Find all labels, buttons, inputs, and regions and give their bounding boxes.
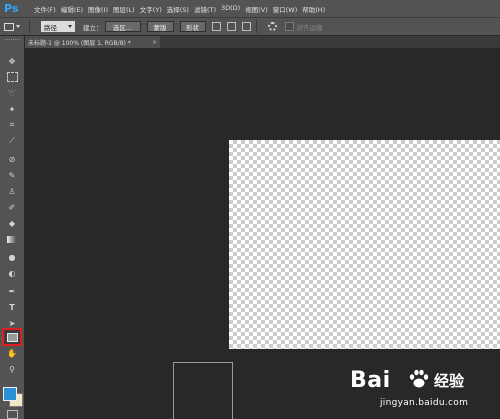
- document-tab[interactable]: 未标题-1 @ 100% (图层 1, RGB/8) * ×: [25, 36, 160, 48]
- menu-image[interactable]: 图像(I): [88, 4, 108, 14]
- zoom-tool-icon[interactable]: ⚲: [4, 362, 20, 376]
- divider: [255, 20, 257, 33]
- options-bar: 路径 建立： 选区... 蒙版 形状 对齐边缘: [0, 17, 500, 36]
- eyedropper-tool-icon[interactable]: ⟋: [4, 134, 20, 148]
- make-mask-button[interactable]: 蒙版: [146, 21, 174, 32]
- gear-icon[interactable]: [267, 22, 277, 31]
- eraser-tool-icon[interactable]: ◆: [4, 216, 20, 230]
- menu-bar: Ps 文件(F) 编辑(E) 图像(I) 图层(L) 文字(Y) 选择(S) 滤…: [0, 0, 500, 17]
- clone-stamp-tool-icon[interactable]: ♙: [4, 184, 20, 198]
- menu-file[interactable]: 文件(F): [34, 4, 56, 14]
- crop-tool-icon[interactable]: ⌗: [4, 118, 20, 132]
- paw-icon: [409, 369, 429, 388]
- quick-mask-icon[interactable]: [7, 410, 18, 419]
- divider: [29, 20, 30, 33]
- watermark-brand-cn: 经验: [434, 372, 465, 390]
- type-tool-icon[interactable]: T: [4, 300, 20, 314]
- rectangle-shape-outline: [173, 362, 233, 419]
- menu-window[interactable]: 窗口(W): [273, 4, 298, 14]
- path-selection-tool-icon[interactable]: ➤: [4, 316, 20, 330]
- align-edges-checkbox[interactable]: [284, 22, 294, 31]
- main-menu: 文件(F) 编辑(E) 图像(I) 图层(L) 文字(Y) 选择(S) 滤镜(T…: [34, 4, 330, 14]
- make-shape-button[interactable]: 形状: [179, 21, 206, 32]
- move-tool-icon[interactable]: ✥: [4, 54, 20, 68]
- menu-select[interactable]: 选择(S): [167, 4, 189, 14]
- menu-help[interactable]: 帮助(H): [302, 4, 325, 14]
- menu-3d[interactable]: 3D(D): [221, 4, 240, 14]
- brush-tool-icon[interactable]: ✎: [4, 168, 20, 182]
- make-selection-button[interactable]: 选区...: [104, 21, 141, 32]
- align-edges-label: 对齐边缘: [296, 23, 323, 32]
- gradient-tool-icon[interactable]: [4, 232, 20, 246]
- menu-view[interactable]: 视图(V): [245, 4, 268, 14]
- close-icon[interactable]: ×: [152, 39, 157, 46]
- chevron-down-icon: [16, 25, 20, 28]
- rectangle-shape-icon: [4, 22, 14, 31]
- document-tab-title: 未标题-1 @ 100% (图层 1, RGB/8) *: [28, 39, 131, 47]
- path-operations-icon[interactable]: [211, 22, 221, 31]
- panel-grip[interactable]: [5, 39, 20, 45]
- quick-selection-tool-icon[interactable]: ✦: [4, 102, 20, 116]
- rectangle-icon: [6, 332, 18, 342]
- menu-layer[interactable]: 图层(L): [113, 4, 135, 14]
- document-tab-bar: 未标题-1 @ 100% (图层 1, RGB/8) * ×: [25, 36, 500, 48]
- photoshop-logo: Ps: [4, 2, 19, 15]
- rectangular-marquee-tool-icon[interactable]: [4, 70, 20, 84]
- tool-mode-value: 路径: [44, 23, 57, 32]
- tool-mode-select[interactable]: 路径: [41, 21, 75, 32]
- spot-healing-brush-tool-icon[interactable]: ⊘: [4, 152, 20, 166]
- lasso-tool-icon[interactable]: ➰: [4, 86, 20, 100]
- foreground-color-swatch[interactable]: [3, 387, 17, 401]
- dodge-tool-icon[interactable]: ◐: [4, 266, 20, 280]
- baidu-jingyan-watermark: Bai 经验 jingyan.baidu.com: [330, 360, 500, 419]
- blur-tool-icon[interactable]: ●: [4, 250, 20, 264]
- menu-edit[interactable]: 编辑(E): [61, 4, 83, 14]
- hand-tool-icon[interactable]: ✋: [4, 346, 20, 360]
- watermark-url: jingyan.baidu.com: [380, 398, 469, 408]
- path-alignment-icon[interactable]: [226, 22, 236, 31]
- pen-tool-icon[interactable]: ✒: [4, 284, 20, 298]
- history-brush-tool-icon[interactable]: ✐: [4, 200, 20, 214]
- create-label: 建立：: [83, 23, 103, 32]
- watermark-brand: Bai: [350, 368, 391, 393]
- transparent-canvas[interactable]: [229, 140, 500, 349]
- menu-type[interactable]: 文字(Y): [140, 4, 162, 14]
- color-swatches: [2, 384, 24, 408]
- tools-panel: ✥ ➰ ✦ ⌗ ⟋ ⊘ ✎ ♙ ✐ ◆ ● ◐ ✒ T ➤ ✋ ⚲: [0, 36, 25, 419]
- menu-filter[interactable]: 滤镜(T): [194, 4, 216, 14]
- path-arrangement-icon[interactable]: [241, 22, 251, 31]
- rectangle-tool-icon[interactable]: [2, 328, 22, 346]
- chevron-down-icon: [68, 25, 72, 28]
- tool-preset-picker[interactable]: [4, 21, 24, 33]
